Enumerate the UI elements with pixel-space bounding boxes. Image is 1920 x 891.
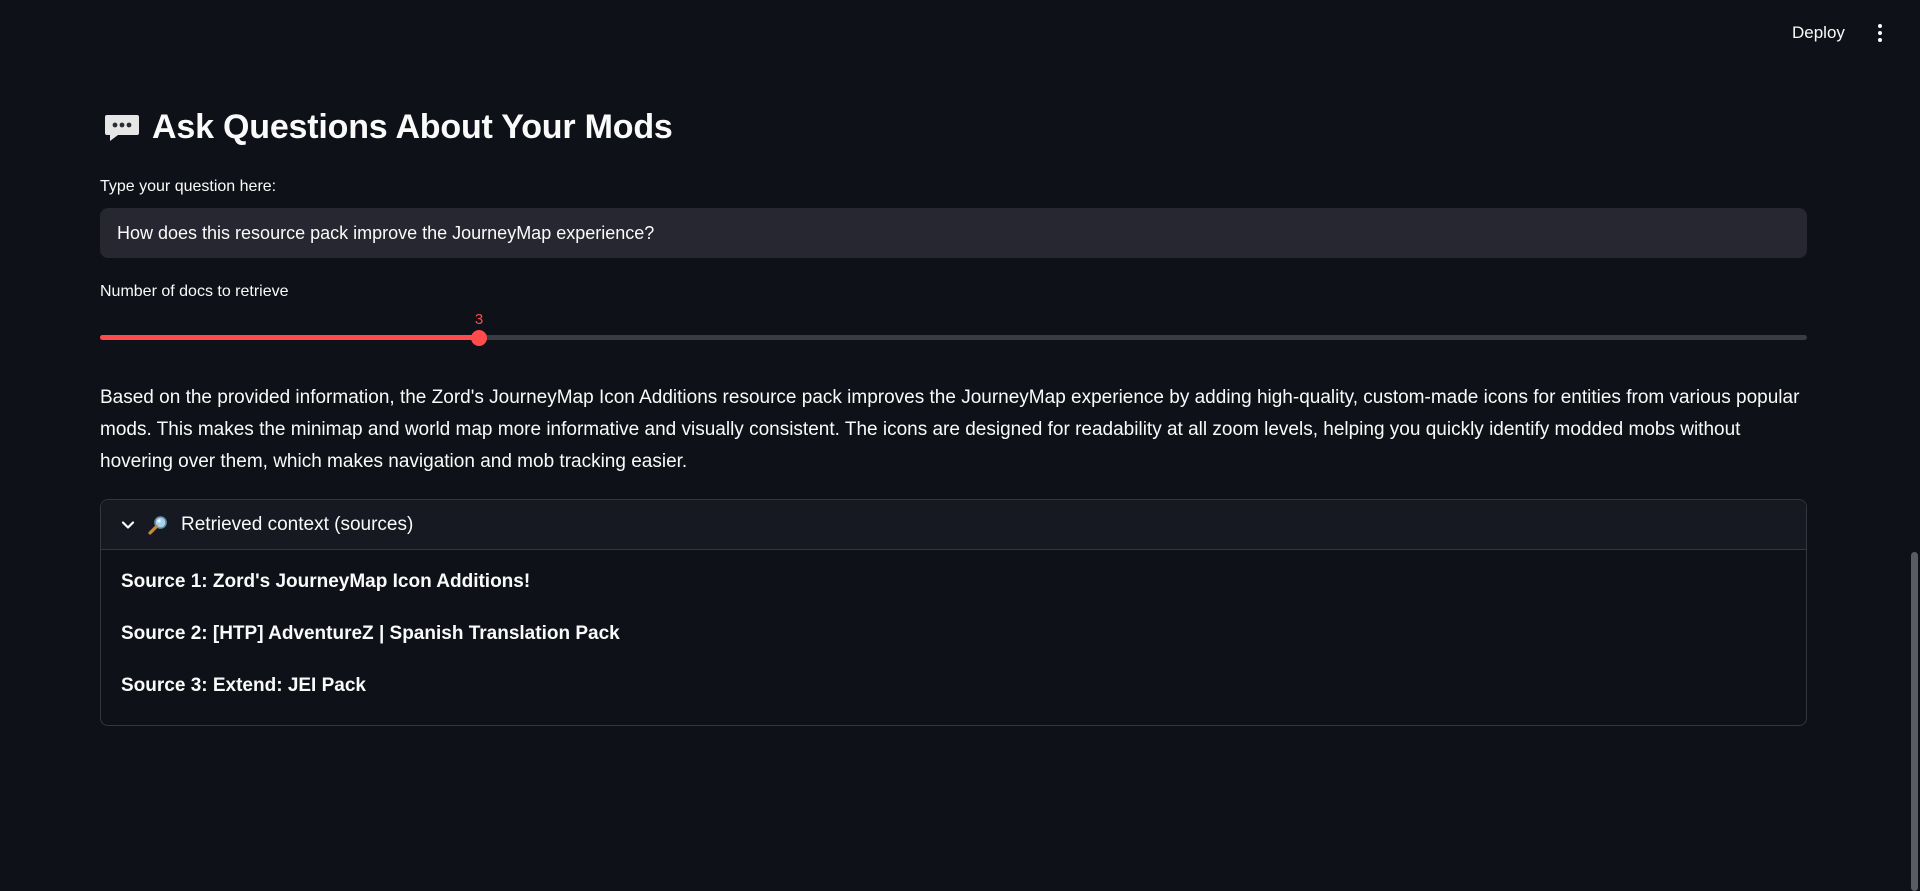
- speech-bubble-icon: [104, 113, 140, 143]
- chevron-down-icon: [121, 518, 135, 532]
- expander-body: Source 1: Zord's JourneyMap Icon Additio…: [101, 550, 1806, 697]
- source-item: Source 1: Zord's JourneyMap Icon Additio…: [121, 571, 531, 592]
- question-label: Type your question here:: [100, 178, 277, 195]
- docs-slider[interactable]: 3: [100, 311, 1807, 361]
- kebab-menu-icon[interactable]: [1866, 20, 1894, 46]
- expander-title: Retrieved context (sources): [181, 513, 414, 535]
- scrollbar-thumb[interactable]: [1911, 552, 1918, 891]
- top-toolbar: Deploy: [0, 0, 1920, 66]
- slider-value: 3: [474, 311, 484, 328]
- page-header: Ask Questions About Your Mods: [104, 108, 673, 147]
- source-item: Source 3: Extend: JEI Pack: [121, 675, 366, 696]
- slider-thumb[interactable]: [471, 330, 487, 346]
- source-item: Source 2: [HTP] AdventureZ | Spanish Tra…: [121, 623, 620, 644]
- deploy-button[interactable]: Deploy: [1782, 20, 1855, 46]
- sources-expander: Retrieved context (sources) Source 1: Zo…: [100, 499, 1807, 726]
- answer-text: Based on the provided information, the Z…: [100, 387, 1800, 472]
- page-title: Ask Questions About Your Mods: [152, 108, 673, 146]
- expander-header[interactable]: Retrieved context (sources): [101, 500, 1806, 550]
- scrollbar[interactable]: [1908, 0, 1920, 891]
- slider-label: Number of docs to retrieve: [100, 283, 289, 300]
- magnifier-icon: [147, 514, 169, 536]
- slider-fill: [100, 335, 479, 340]
- question-input[interactable]: [100, 208, 1807, 258]
